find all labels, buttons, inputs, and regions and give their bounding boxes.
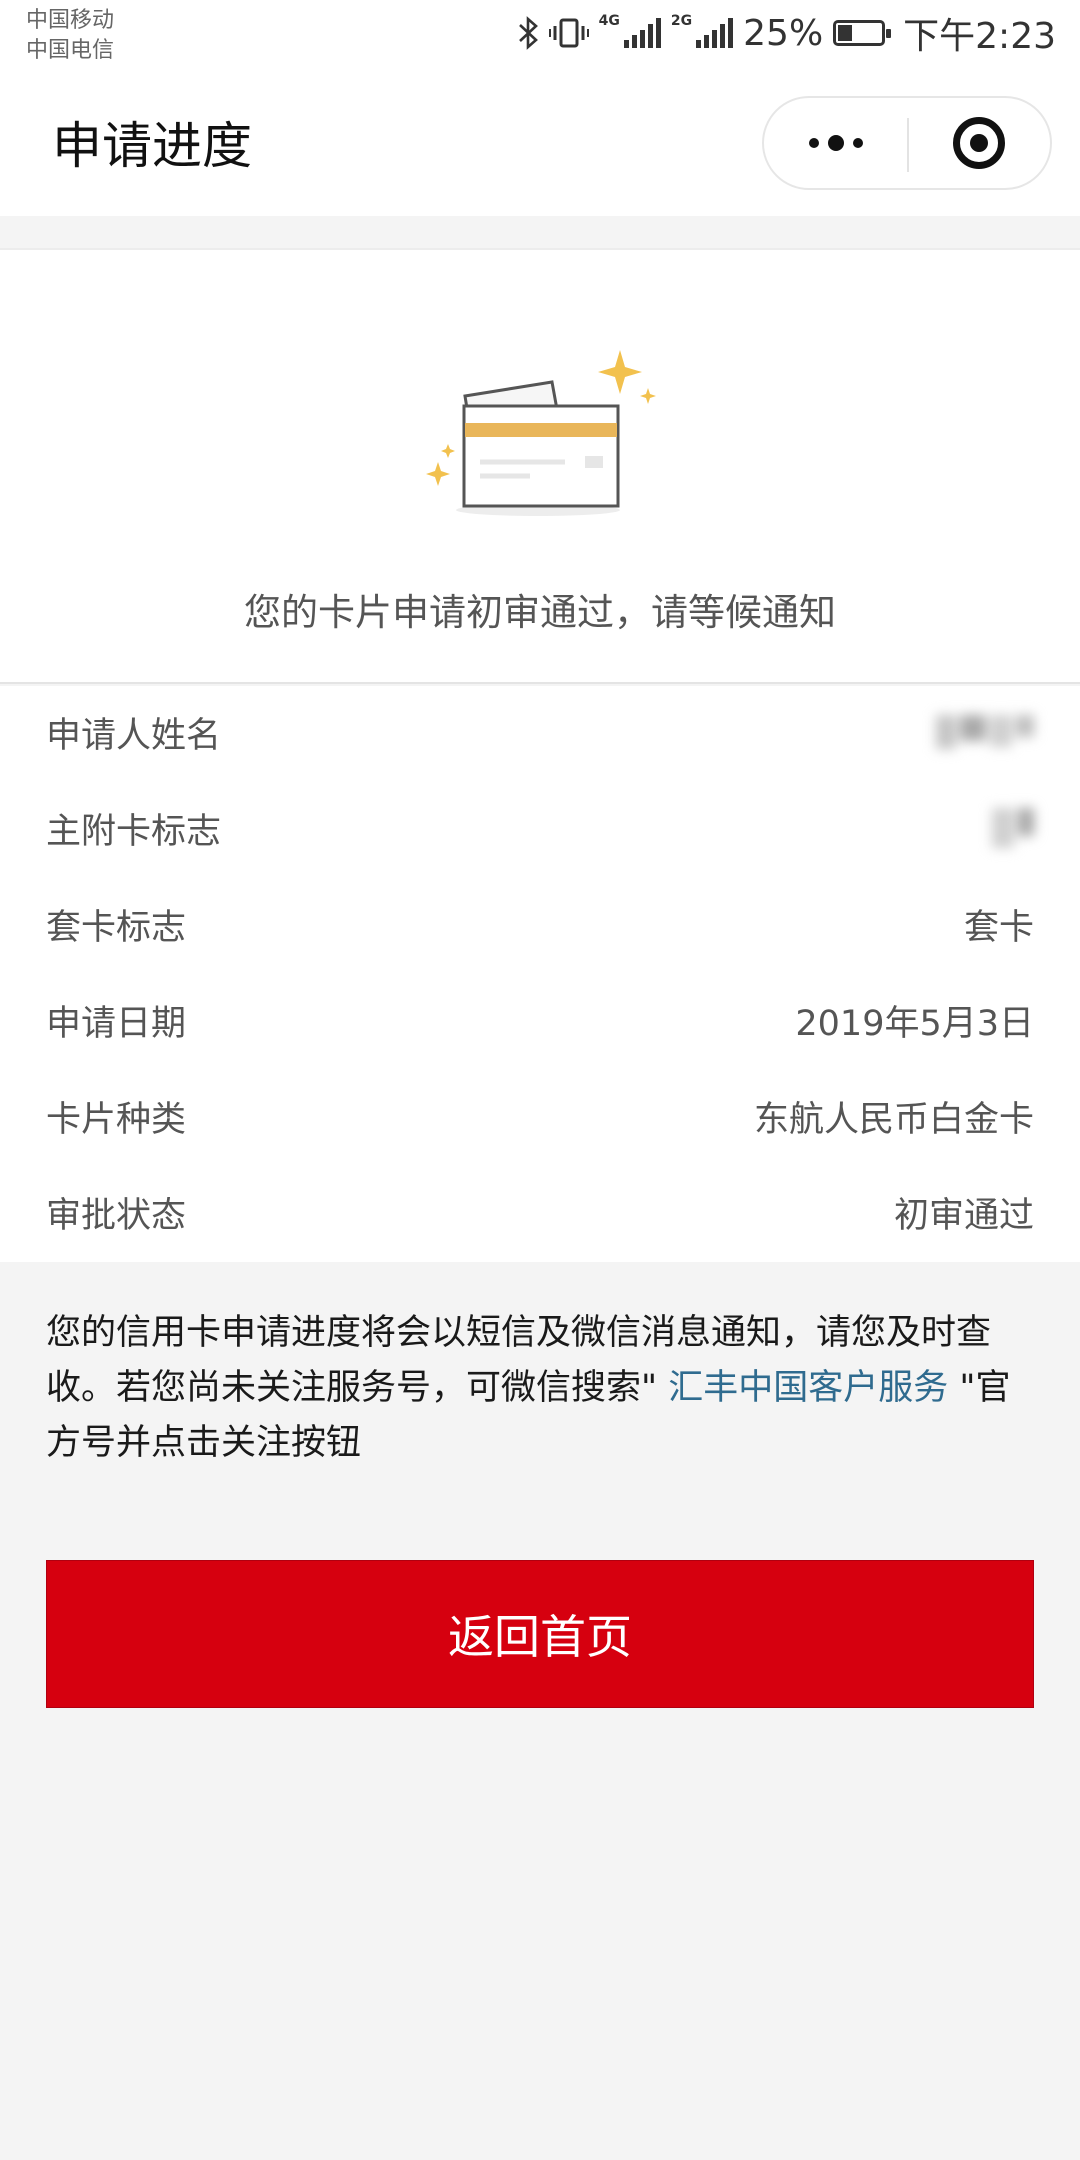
return-home-button[interactable]: 返回首页	[46, 1560, 1034, 1708]
carrier-2: 中国电信	[26, 38, 115, 63]
detail-label: 申请人姓名	[46, 715, 222, 756]
detail-value-redacted	[936, 715, 1034, 749]
mini-program-capsule	[762, 96, 1052, 190]
detail-label: 套卡标志	[46, 907, 187, 948]
application-details: 申请人姓名 主附卡标志 套卡标志 套卡 申请日期 2019年5月3日 卡片种类 …	[0, 686, 1080, 1262]
vibrate-icon	[548, 18, 589, 48]
detail-row-approval-status: 审批状态 初审通过	[46, 1182, 1034, 1242]
detail-row-set-card: 套卡标志 套卡	[46, 894, 1034, 954]
detail-value-redacted	[992, 808, 1034, 848]
bluetooth-icon	[518, 16, 538, 50]
signal-icon	[623, 18, 661, 48]
network-type-2: 2G	[670, 13, 693, 29]
detail-label: 主附卡标志	[46, 811, 222, 852]
more-button[interactable]	[764, 98, 907, 188]
detail-label: 申请日期	[46, 1003, 187, 1044]
close-target-icon	[952, 117, 1005, 169]
navigation-bar: 申请进度	[0, 66, 1080, 216]
detail-row-card-type-flag: 主附卡标志	[46, 798, 1034, 858]
page-title: 申请进度	[52, 117, 252, 175]
more-icon	[808, 138, 819, 148]
battery-icon	[833, 20, 892, 46]
status-indicators: 4G 2G 25% 下午2:23	[517, 10, 1056, 57]
status-hero: 您的卡片申请初审通过，请等候通知	[0, 248, 1080, 684]
detail-value: 2019年5月3日	[795, 1003, 1034, 1044]
network-type-1: 4G	[598, 13, 620, 29]
battery-percent: 25%	[743, 12, 824, 54]
service-account-link[interactable]: 汇丰中国客户服务	[668, 1368, 948, 1408]
credit-card-illustration	[426, 350, 656, 516]
detail-row-application-date: 申请日期 2019年5月3日	[46, 990, 1034, 1050]
detail-row-applicant-name: 申请人姓名	[46, 702, 1034, 762]
application-status-message: 您的卡片申请初审通过，请等候通知	[244, 591, 836, 634]
status-bar: 中国移动 中国电信 4G 2G 25% 下午2:23	[0, 0, 1080, 66]
detail-value: 初审通过	[893, 1195, 1034, 1236]
detail-label: 卡片种类	[46, 1099, 187, 1140]
signal-icon	[696, 18, 734, 48]
detail-row-card-category: 卡片种类 东航人民币白金卡	[46, 1086, 1034, 1146]
detail-label: 审批状态	[46, 1195, 187, 1236]
close-button[interactable]	[907, 98, 1050, 188]
detail-value: 套卡	[963, 907, 1034, 948]
carrier-labels: 中国移动 中国电信	[26, 6, 114, 66]
detail-value: 东航人民币白金卡	[753, 1099, 1034, 1140]
carrier-1: 中国移动	[26, 8, 115, 33]
clock: 下午2:23	[903, 16, 1056, 57]
notification-notice: 您的信用卡申请进度将会以短信及微信消息通知，请您及时查收。若您尚未关注服务号，可…	[46, 1306, 1036, 1471]
